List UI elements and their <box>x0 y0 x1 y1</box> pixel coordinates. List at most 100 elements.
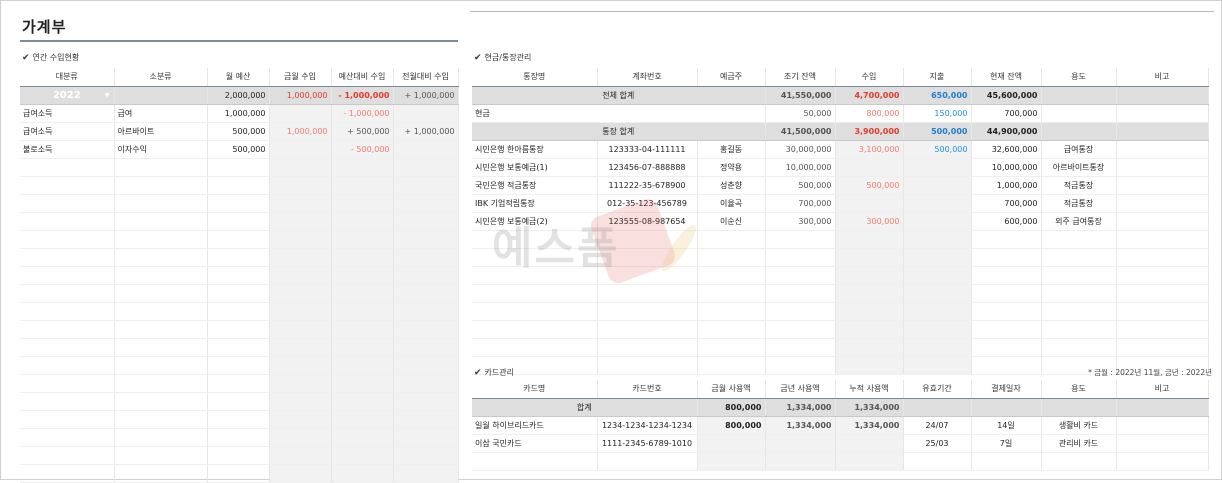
cell-card-name[interactable]: 이삼 국민카드 <box>472 434 598 453</box>
cell-initial[interactable]: 500,000 <box>765 176 836 195</box>
empty-row[interactable] <box>20 194 459 213</box>
empty-cell[interactable] <box>903 302 972 321</box>
empty-cell[interactable] <box>835 230 904 249</box>
cell-expiry[interactable]: 25/03 <box>903 434 972 453</box>
empty-cell[interactable] <box>971 338 1042 357</box>
empty-cell[interactable] <box>114 356 208 375</box>
empty-cell[interactable] <box>697 452 766 471</box>
cell-purpose[interactable]: 생활비 카드 <box>1041 416 1117 435</box>
empty-cell[interactable] <box>269 446 332 465</box>
empty-cell[interactable] <box>393 230 459 249</box>
empty-cell[interactable] <box>1116 338 1209 357</box>
empty-cell[interactable] <box>331 320 394 339</box>
empty-cell[interactable] <box>331 212 394 231</box>
empty-cell[interactable] <box>971 248 1042 267</box>
empty-cell[interactable] <box>20 284 115 303</box>
empty-cell[interactable] <box>835 266 904 285</box>
cell-owner[interactable]: 홍길동 <box>697 140 766 159</box>
empty-cell[interactable] <box>20 320 115 339</box>
empty-cell[interactable] <box>20 374 115 393</box>
empty-cell[interactable] <box>393 428 459 447</box>
empty-cell[interactable] <box>207 266 270 285</box>
cell-minor[interactable]: 급여 <box>114 104 208 123</box>
cell-remark[interactable] <box>1116 434 1209 453</box>
cell-account-name[interactable]: IBK 기업적립통장 <box>472 194 598 213</box>
empty-cell[interactable] <box>269 392 332 411</box>
empty-cell[interactable] <box>331 374 394 393</box>
empty-cell[interactable] <box>393 212 459 231</box>
empty-cell[interactable] <box>20 446 115 465</box>
cell-budget[interactable]: 500,000 <box>207 140 270 159</box>
empty-cell[interactable] <box>835 302 904 321</box>
empty-cell[interactable] <box>971 452 1042 471</box>
empty-cell[interactable] <box>971 284 1042 303</box>
cell-remark[interactable] <box>1116 194 1209 213</box>
empty-row[interactable] <box>20 266 459 285</box>
empty-row[interactable] <box>20 176 459 195</box>
cash-row[interactable]: 현금 50,000 800,000 150,000 700,000 <box>472 104 1209 123</box>
empty-cell[interactable] <box>331 284 394 303</box>
cell-account-number[interactable]: 123456-07-888888 <box>597 158 698 177</box>
empty-cell[interactable] <box>269 374 332 393</box>
table-row[interactable]: 이삼 국민카드 1111-2345-6789-1010 25/03 7일 관리비… <box>472 434 1209 453</box>
empty-cell[interactable] <box>331 302 394 321</box>
empty-cell[interactable] <box>269 158 332 177</box>
empty-cell[interactable] <box>114 392 208 411</box>
empty-cell[interactable] <box>1116 452 1209 471</box>
empty-cell[interactable] <box>393 302 459 321</box>
cell-purpose[interactable]: 관리비 카드 <box>1041 434 1117 453</box>
empty-cell[interactable] <box>207 338 270 357</box>
empty-cell[interactable] <box>835 356 904 375</box>
empty-cell[interactable] <box>393 446 459 465</box>
cash-expense[interactable]: 150,000 <box>903 104 972 123</box>
empty-cell[interactable] <box>20 230 115 249</box>
empty-row[interactable] <box>472 452 1209 471</box>
cell-purpose[interactable]: 적금통장 <box>1041 194 1117 213</box>
table-row[interactable]: 불로소득 이자수익 500,000 - 500,000 <box>20 140 459 159</box>
cell-owner[interactable]: 성춘향 <box>697 176 766 195</box>
empty-cell[interactable] <box>114 410 208 429</box>
cell-this-month[interactable] <box>269 104 332 123</box>
cell-owner[interactable]: 정약용 <box>697 158 766 177</box>
empty-row[interactable] <box>20 464 459 483</box>
empty-cell[interactable] <box>207 464 270 483</box>
empty-cell[interactable] <box>835 284 904 303</box>
empty-cell[interactable] <box>903 356 972 375</box>
empty-row[interactable] <box>20 410 459 429</box>
empty-cell[interactable] <box>114 302 208 321</box>
empty-cell[interactable] <box>393 284 459 303</box>
empty-cell[interactable] <box>765 266 836 285</box>
cell-account-number[interactable]: 111222-35-678900 <box>597 176 698 195</box>
empty-cell[interactable] <box>835 320 904 339</box>
empty-row[interactable] <box>20 392 459 411</box>
empty-row[interactable] <box>20 284 459 303</box>
empty-cell[interactable] <box>20 302 115 321</box>
empty-cell[interactable] <box>20 248 115 267</box>
empty-cell[interactable] <box>269 338 332 357</box>
empty-cell[interactable] <box>331 464 394 483</box>
table-row[interactable]: 급여소득 급여 1,000,000 - 1,000,000 <box>20 104 459 123</box>
empty-cell[interactable] <box>765 230 836 249</box>
year-select[interactable]: 2022 ▼ <box>20 86 115 105</box>
cell-this-month[interactable]: 1,000,000 <box>269 122 332 141</box>
empty-cell[interactable] <box>1116 284 1209 303</box>
empty-cell[interactable] <box>20 338 115 357</box>
empty-cell[interactable] <box>269 302 332 321</box>
empty-cell[interactable] <box>207 212 270 231</box>
empty-cell[interactable] <box>114 230 208 249</box>
cell-remark[interactable] <box>1116 158 1209 177</box>
empty-row[interactable] <box>20 338 459 357</box>
empty-cell[interactable] <box>269 284 332 303</box>
empty-cell[interactable] <box>114 320 208 339</box>
cell-account-name[interactable]: 시민은행 보통예금(1) <box>472 158 598 177</box>
empty-cell[interactable] <box>697 338 766 357</box>
empty-row[interactable] <box>472 338 1209 357</box>
empty-cell[interactable] <box>765 302 836 321</box>
empty-cell[interactable] <box>207 428 270 447</box>
empty-cell[interactable] <box>1116 302 1209 321</box>
empty-row[interactable] <box>20 356 459 375</box>
cell-initial[interactable]: 300,000 <box>765 212 836 231</box>
empty-cell[interactable] <box>331 428 394 447</box>
empty-cell[interactable] <box>20 410 115 429</box>
empty-cell[interactable] <box>269 320 332 339</box>
